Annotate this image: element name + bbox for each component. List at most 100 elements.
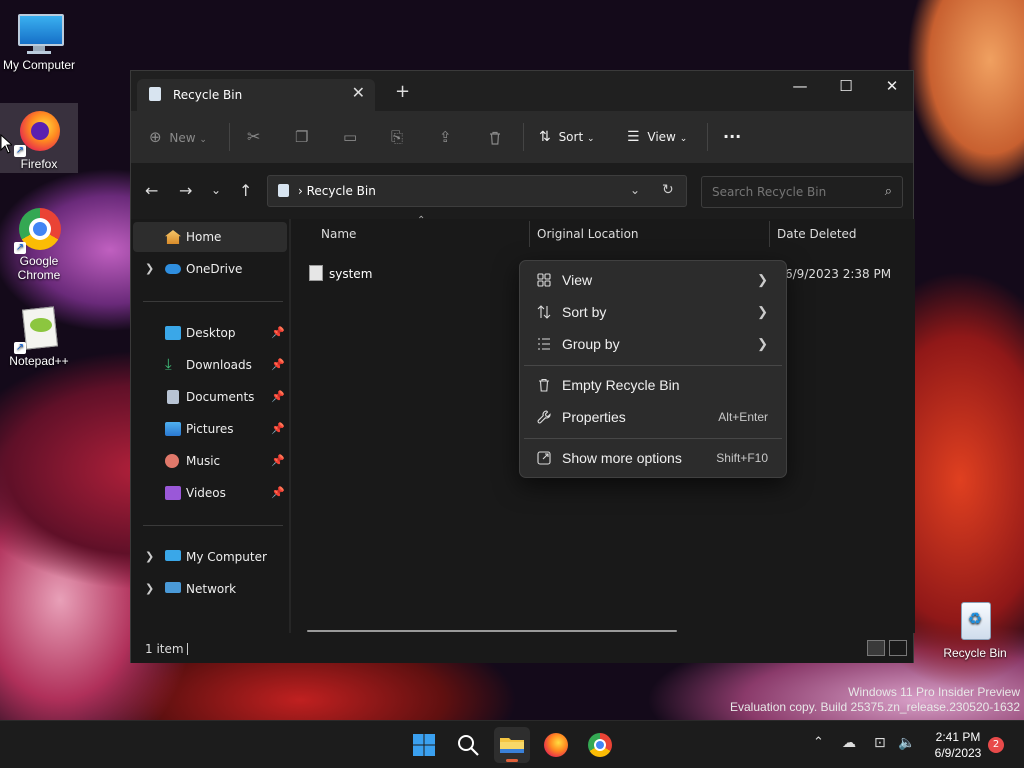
- pin-icon[interactable]: 📌: [271, 446, 285, 476]
- nav-item-music[interactable]: Music 📌: [133, 446, 287, 476]
- taskbar-firefox[interactable]: [538, 727, 574, 763]
- column-header-name[interactable]: Name: [321, 227, 356, 241]
- new-button[interactable]: ⊕ New ⌄: [149, 123, 207, 151]
- network-icon[interactable]: ⊡: [874, 735, 886, 751]
- column-divider[interactable]: [529, 221, 530, 247]
- menu-item-label: Group by: [562, 336, 620, 352]
- nav-item-label: My Computer: [186, 550, 267, 564]
- menu-item-label: Empty Recycle Bin: [562, 377, 680, 393]
- recycle-bin-icon: [278, 184, 289, 197]
- scissors-icon: ✂: [247, 127, 261, 146]
- nav-item-label: Music: [186, 454, 221, 468]
- show-hidden-icons-chevron-up-icon[interactable]: ⌃: [813, 735, 824, 750]
- refresh-icon[interactable]: ↻: [662, 182, 674, 198]
- toolbar-divider: [707, 123, 708, 151]
- search-input[interactable]: [710, 184, 874, 200]
- taskbar: ⌃ ☁ ⊡ 🔈 2:41 PM 6/9/2023 2: [0, 720, 1024, 768]
- menu-item-show-more-options[interactable]: Show more options Shift+F10: [524, 442, 782, 474]
- desktop-icon-notepad-plus-plus[interactable]: ↗ Notepad++: [0, 300, 78, 370]
- back-arrow-icon[interactable]: ←: [145, 181, 158, 200]
- breadcrumb-recycle-bin[interactable]: Recycle Bin: [307, 184, 376, 198]
- paste-button[interactable]: ▭: [343, 123, 357, 151]
- column-divider[interactable]: [769, 221, 770, 247]
- item-count: 1 item: [145, 642, 184, 656]
- pin-icon[interactable]: 📌: [271, 478, 285, 508]
- cut-button[interactable]: ✂: [247, 123, 260, 151]
- pin-icon[interactable]: 📌: [271, 382, 285, 412]
- pin-icon[interactable]: 📌: [271, 318, 285, 348]
- address-history-chevron-icon[interactable]: ⌄: [630, 183, 640, 197]
- nav-item-documents[interactable]: Documents 📌: [133, 382, 287, 412]
- chevron-right-icon[interactable]: ❯: [145, 254, 154, 284]
- sort-button[interactable]: ⇅ Sort ⌄: [539, 123, 595, 151]
- desktop-icon-google-chrome[interactable]: ↗ Google Chrome: [0, 200, 78, 284]
- nav-item-home[interactable]: Home: [133, 222, 287, 252]
- cloud-icon: [165, 264, 181, 274]
- nav-item-network[interactable]: ❯ Network: [133, 574, 287, 604]
- nav-item-downloads[interactable]: ⤓ Downloads 📌: [133, 350, 287, 380]
- desktop-icon-recycle-bin[interactable]: ♻ Recycle Bin: [936, 592, 1014, 662]
- nav-item-pictures[interactable]: Pictures 📌: [133, 414, 287, 444]
- title-bar: Recycle Bin ✕ + — ☐ ✕: [131, 71, 913, 111]
- delete-button[interactable]: [487, 123, 503, 151]
- onedrive-offline-icon[interactable]: ☁: [842, 735, 856, 751]
- tiles-view-icon[interactable]: [889, 640, 907, 656]
- close-tab-icon[interactable]: ✕: [352, 83, 365, 102]
- start-button[interactable]: [406, 727, 442, 763]
- view-button[interactable]: ☰ View ⌄: [627, 123, 687, 151]
- chevron-right-icon[interactable]: ❯: [145, 574, 154, 604]
- more-options-button[interactable]: ···: [723, 123, 741, 151]
- nav-item-label: Videos: [186, 486, 226, 500]
- notification-badge[interactable]: 2: [988, 737, 1004, 753]
- nav-item-label: Network: [186, 582, 237, 596]
- pin-icon[interactable]: 📌: [271, 414, 285, 444]
- search-button[interactable]: [450, 727, 486, 763]
- home-icon: [165, 230, 181, 244]
- desktop-icon-label: Recycle Bin: [943, 646, 1007, 660]
- nav-item-my-computer[interactable]: ❯ My Computer: [133, 542, 287, 572]
- minimize-button[interactable]: —: [777, 71, 823, 103]
- nav-item-onedrive[interactable]: ❯ OneDrive: [133, 254, 287, 284]
- forward-arrow-icon[interactable]: →: [179, 181, 192, 200]
- tab-recycle-bin[interactable]: Recycle Bin ✕: [137, 79, 375, 111]
- watermark-build: Evaluation copy. Build 25375.zn_release.…: [730, 700, 1020, 714]
- up-arrow-icon[interactable]: ↑: [239, 181, 252, 200]
- address-bar[interactable]: › Recycle Bin ⌄ ↻: [267, 175, 687, 207]
- share-button[interactable]: ⇪: [439, 123, 452, 151]
- recycle-bin-icon: ♻: [952, 598, 998, 644]
- horizontal-scrollbar[interactable]: [307, 630, 677, 632]
- firefox-icon: [544, 733, 568, 757]
- menu-divider: [524, 438, 782, 439]
- maximize-button[interactable]: ☐: [823, 71, 869, 103]
- desktop-icon-my-computer[interactable]: My Computer: [0, 4, 78, 74]
- system-clock[interactable]: 2:41 PM 6/9/2023: [924, 729, 992, 761]
- search-icon: [458, 735, 479, 756]
- nav-item-label: Home: [186, 230, 222, 244]
- details-view-icon[interactable]: [867, 640, 885, 656]
- chevron-right-icon: ❯: [757, 336, 768, 351]
- chevron-right-icon[interactable]: ❯: [145, 542, 154, 572]
- search-box[interactable]: ⌕: [701, 176, 903, 208]
- menu-item-properties[interactable]: Properties Alt+Enter: [524, 401, 782, 433]
- menu-item-empty-recycle-bin[interactable]: Empty Recycle Bin: [524, 369, 782, 401]
- new-tab-button[interactable]: +: [395, 81, 410, 102]
- menu-item-view[interactable]: View ❯: [524, 264, 782, 296]
- nav-item-desktop[interactable]: Desktop 📌: [133, 318, 287, 348]
- copy-button[interactable]: ❐: [295, 123, 308, 151]
- volume-icon[interactable]: 🔈: [898, 735, 915, 751]
- taskbar-file-explorer[interactable]: [494, 727, 530, 763]
- pin-icon[interactable]: 📌: [271, 350, 285, 380]
- close-button[interactable]: ✕: [869, 71, 915, 103]
- menu-item-sort-by[interactable]: Sort by ❯: [524, 296, 782, 328]
- column-header-original-location[interactable]: Original Location: [537, 227, 639, 241]
- windows-watermark: Windows 11 Pro Insider Preview Evaluatio…: [730, 685, 1020, 715]
- firefox-icon: ↗: [14, 109, 62, 157]
- shortcut-arrow-icon: ↗: [14, 242, 26, 254]
- column-header-date-deleted[interactable]: Date Deleted: [777, 227, 857, 241]
- nav-item-videos[interactable]: Videos 📌: [133, 478, 287, 508]
- recent-chevron-icon[interactable]: ⌄: [211, 183, 221, 197]
- taskbar-chrome[interactable]: [582, 727, 618, 763]
- desktop-folder-icon: [165, 326, 181, 340]
- rename-button[interactable]: ⎘: [391, 123, 403, 151]
- menu-item-group-by[interactable]: Group by ❯: [524, 328, 782, 360]
